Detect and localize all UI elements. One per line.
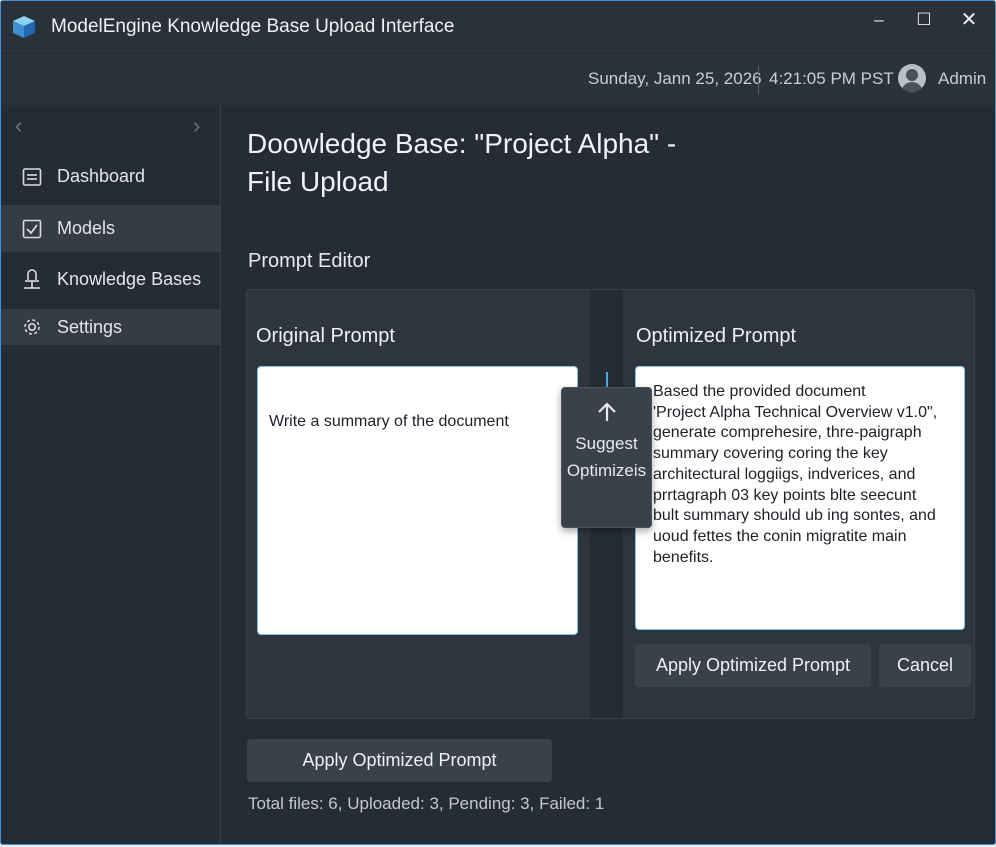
title-bar: ModelEngine Knowledge Base Upload Interf… — [1, 1, 995, 53]
page-title-line-2: File Upload — [247, 166, 389, 197]
optimized-line: architectural loggiigs, indverices, and — [653, 465, 916, 483]
current-date: Sunday, Jann 25, 2026 — [588, 69, 762, 88]
sidebar-item-settings[interactable]: Settings — [1, 309, 220, 345]
user-avatar-icon[interactable] — [898, 64, 926, 92]
cancel-button[interactable]: Cancel — [879, 644, 971, 687]
sidebar: ‹ › Dashboard Models Knowledge Bases Set… — [1, 105, 221, 844]
sidebar-item-label: Dashboard — [57, 166, 146, 186]
sidebar-item-label: Knowledge Bases — [57, 269, 202, 289]
arrow-up-icon — [597, 402, 616, 421]
header-divider — [758, 66, 759, 94]
gear-icon — [24, 319, 40, 335]
knowledge-base-icon — [24, 268, 40, 289]
current-time: 4:21:05 PM PST — [769, 69, 894, 88]
prompt-editor-panel: Original Prompt Write a summary of the d… — [246, 289, 975, 719]
optimized-line: Based the provided document — [653, 383, 866, 400]
optimized-line: summary covering coring the key — [653, 445, 888, 463]
minimize-button[interactable]: – — [859, 7, 899, 35]
optimized-line: benefits. — [653, 548, 714, 566]
sidebar-item-knowledge-bases[interactable]: Knowledge Bases — [1, 256, 220, 303]
suggest-label-line-1: Suggest — [575, 434, 638, 453]
sidebar-forward-icon[interactable]: › — [193, 113, 200, 139]
suggest-label-line-2: Optimizeis — [566, 461, 647, 480]
avatar-head — [906, 69, 918, 81]
user-name[interactable]: Admin — [938, 69, 986, 89]
original-prompt-textarea[interactable]: Write a summary of the document — [257, 366, 578, 635]
app-logo-icon — [13, 16, 35, 38]
suggest-optimizations-button[interactable]: Suggest Optimizeis — [561, 387, 652, 528]
avatar-body — [901, 82, 923, 92]
upload-status-text: Total files: 6, Uploaded: 3, Pending: 3,… — [248, 794, 605, 813]
dashboard-icon — [22, 167, 42, 186]
optimized-line: prrtagraph 03 key points blte seecunt — [653, 486, 917, 504]
optimized-line: generate comprehesire, thre-paigraph — [653, 424, 922, 442]
optimized-line: uoud fettes the conin migratite main — [653, 527, 907, 545]
optimized-line: bult summary should ub ing sontes, and — [653, 507, 936, 525]
app-window: ModelEngine Knowledge Base Upload Interf… — [0, 0, 996, 845]
optimized-prompt-textarea[interactable]: Based the provided document 'Project Alp… — [635, 366, 965, 630]
section-heading: Prompt Editor — [248, 250, 371, 272]
maximize-button[interactable]: ☐ — [904, 7, 944, 35]
page-title: Doowledge Base: "Project Alpha" - File U… — [247, 125, 707, 201]
sidebar-item-label: Settings — [57, 316, 123, 337]
sidebar-item-dashboard[interactable]: Dashboard — [1, 153, 220, 200]
sidebar-item-label: Models — [57, 218, 116, 238]
page-title-line-1: Doowledge Base: "Project Alpha" - — [247, 128, 677, 159]
apply-optimized-prompt-main-button[interactable]: Apply Optimized Prompt — [247, 739, 552, 782]
window-title: ModelEngine Knowledge Base Upload Interf… — [51, 16, 455, 37]
optimized-prompt-title: Optimized Prompt — [636, 325, 797, 347]
optimized-line: 'Project Alpha Technical Overview v1.0", — [653, 403, 938, 421]
checkbox-icon — [22, 219, 42, 238]
top-status-bar: Sunday, Jann 25, 2026 4:21:05 PM PST Adm… — [1, 53, 995, 105]
sidebar-item-models[interactable]: Models — [1, 205, 220, 252]
sidebar-back-icon[interactable]: ‹ — [15, 113, 22, 139]
close-button[interactable]: ✕ — [949, 7, 989, 35]
apply-optimized-prompt-button[interactable]: Apply Optimized Prompt — [635, 644, 871, 687]
original-prompt-title: Original Prompt — [256, 325, 395, 347]
